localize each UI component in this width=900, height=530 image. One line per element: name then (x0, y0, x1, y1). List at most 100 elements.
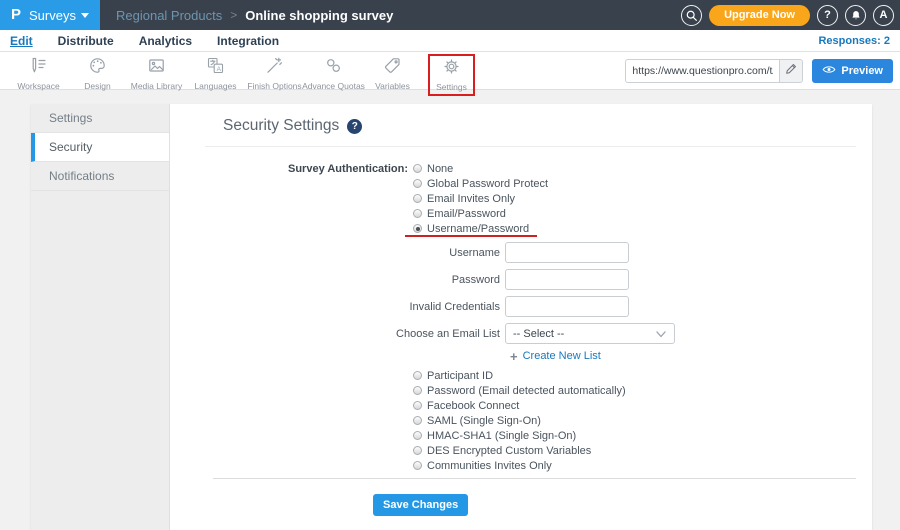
sidebar-item-notifications[interactable]: Notifications (31, 162, 169, 191)
radio-username-password-selected[interactable]: Username/Password (405, 221, 548, 237)
email-list-label: Choose an Email List (396, 327, 500, 340)
password-field[interactable] (505, 269, 629, 290)
username-field[interactable] (505, 242, 629, 263)
toolbar-label: Design (84, 81, 111, 91)
toolbar-label: Variables (375, 81, 410, 91)
toolbar-item-variables[interactable]: Variables (363, 52, 422, 91)
toolbar-label: Settings (436, 82, 467, 92)
survey-url-input[interactable] (625, 58, 780, 83)
survey-url-group (625, 58, 804, 83)
radio-icon[interactable] (413, 461, 422, 470)
questionpro-logo-icon[interactable]: P (11, 0, 21, 30)
toolbar-item-finish-options[interactable]: Finish Options (245, 52, 304, 91)
title-divider (205, 146, 856, 147)
responses-count[interactable]: Responses: 2 (818, 35, 890, 47)
auth-options-bottom: Participant ID Password (Email detected … (413, 368, 872, 473)
pencil-icon (785, 62, 797, 80)
auth-label: Survey Authentication: (288, 163, 408, 175)
radio-icon[interactable] (413, 164, 422, 173)
select-value: -- Select -- (513, 327, 565, 340)
svg-text:A: A (217, 66, 222, 73)
radio-email-password[interactable]: Email/Password (413, 206, 548, 221)
toolbar-item-languages[interactable]: A Languages (186, 52, 245, 91)
image-icon (147, 56, 166, 80)
radio-label: Password (Email detected automatically) (427, 384, 626, 397)
breadcrumb-separator: > (230, 8, 238, 22)
create-new-list-label[interactable]: Create New List (523, 350, 601, 362)
radio-label: SAML (Single Sign-On) (427, 414, 541, 427)
page-title: Security Settings (223, 117, 340, 134)
radio-icon[interactable] (413, 371, 422, 380)
radio-label: Facebook Connect (427, 399, 520, 412)
form-divider (213, 478, 856, 479)
email-list-select[interactable]: -- Select -- (505, 323, 675, 344)
username-label: Username (449, 246, 500, 259)
settings-card: Settings Security Notifications Security… (31, 104, 872, 530)
tab-edit[interactable]: Edit (10, 34, 33, 48)
help-circle-icon[interactable]: ? (347, 118, 363, 134)
radio-participant-id[interactable]: Participant ID (413, 368, 872, 383)
toolbar-label: Languages (194, 81, 237, 91)
radio-none[interactable]: None (413, 161, 548, 176)
radio-communities-invites[interactable]: Communities Invites Only (413, 458, 872, 473)
radio-label: Email Invites Only (427, 192, 516, 205)
radio-label: Communities Invites Only (427, 459, 552, 472)
radio-email-invites-only[interactable]: Email Invites Only (413, 191, 548, 206)
bell-icon[interactable] (845, 4, 866, 26)
password-label: Password (451, 273, 500, 286)
radio-des-encrypted[interactable]: DES Encrypted Custom Variables (413, 443, 872, 458)
radio-icon[interactable] (413, 416, 422, 425)
radio-checked-icon[interactable] (413, 224, 422, 233)
upgrade-now-button[interactable]: Upgrade Now (709, 4, 810, 26)
create-new-list-link[interactable]: + Create New List (510, 350, 872, 363)
toolbar-item-workspace[interactable]: Workspace (9, 52, 68, 91)
surveys-menu[interactable]: P Surveys (0, 0, 100, 30)
radio-label: Username/Password (427, 222, 530, 235)
radio-icon[interactable] (413, 446, 422, 455)
product-name: Surveys (29, 7, 76, 23)
save-changes-button[interactable]: Save Changes (373, 494, 469, 516)
tab-distribute[interactable]: Distribute (58, 34, 114, 48)
toolbar-label: Finish Options (247, 81, 302, 91)
radio-global-password-protect[interactable]: Global Password Protect (413, 176, 548, 191)
security-form: Survey Authentication: None Global Passw… (170, 161, 872, 516)
breadcrumb: Regional Products > Online shopping surv… (116, 8, 393, 23)
radio-label: Participant ID (427, 369, 494, 382)
radio-icon[interactable] (413, 179, 422, 188)
breadcrumb-folder[interactable]: Regional Products (116, 8, 222, 23)
survey-nav: Edit Distribute Analytics Integration Re… (0, 30, 900, 52)
toolbar-item-settings[interactable]: Settings (422, 52, 481, 96)
radio-hmac-sha1[interactable]: HMAC-SHA1 (Single Sign-On) (413, 428, 872, 443)
sidebar-item-settings[interactable]: Settings (31, 104, 169, 133)
gear-icon (442, 57, 461, 81)
invalid-credentials-field[interactable] (505, 296, 629, 317)
chevron-down-icon (656, 331, 666, 338)
top-bar: P Surveys Regional Products > Online sho… (0, 0, 900, 30)
toolbar-item-media-library[interactable]: Media Library (127, 52, 186, 91)
tab-integration[interactable]: Integration (217, 34, 279, 48)
tab-analytics[interactable]: Analytics (139, 34, 192, 48)
radio-facebook-connect[interactable]: Facebook Connect (413, 398, 872, 413)
preview-button[interactable]: Preview (812, 58, 893, 83)
invalid-credentials-label: Invalid Credentials (409, 300, 501, 313)
radio-icon[interactable] (413, 209, 422, 218)
radio-icon[interactable] (413, 194, 422, 203)
radio-icon[interactable] (413, 386, 422, 395)
radio-password-email-detected[interactable]: Password (Email detected automatically) (413, 383, 872, 398)
search-icon[interactable] (681, 4, 703, 26)
toolbar-item-design[interactable]: Design (68, 52, 127, 91)
radio-icon[interactable] (413, 431, 422, 440)
sidebar-item-security[interactable]: Security (31, 133, 169, 162)
caret-down-icon (80, 13, 89, 18)
radio-label: Global Password Protect (427, 177, 549, 190)
toolbar-label: Workspace (17, 81, 60, 91)
radio-label: Email/Password (427, 207, 506, 220)
breadcrumb-survey-name: Online shopping survey (245, 7, 394, 23)
toolbar-item-advance-quotas[interactable]: Advance Quotas (302, 52, 365, 91)
avatar[interactable]: A (873, 4, 894, 26)
edit-url-button[interactable] (779, 58, 804, 83)
magic-wand-icon (265, 56, 284, 80)
radio-icon[interactable] (413, 401, 422, 410)
radio-saml[interactable]: SAML (Single Sign-On) (413, 413, 872, 428)
help-button[interactable]: ? (817, 4, 838, 26)
